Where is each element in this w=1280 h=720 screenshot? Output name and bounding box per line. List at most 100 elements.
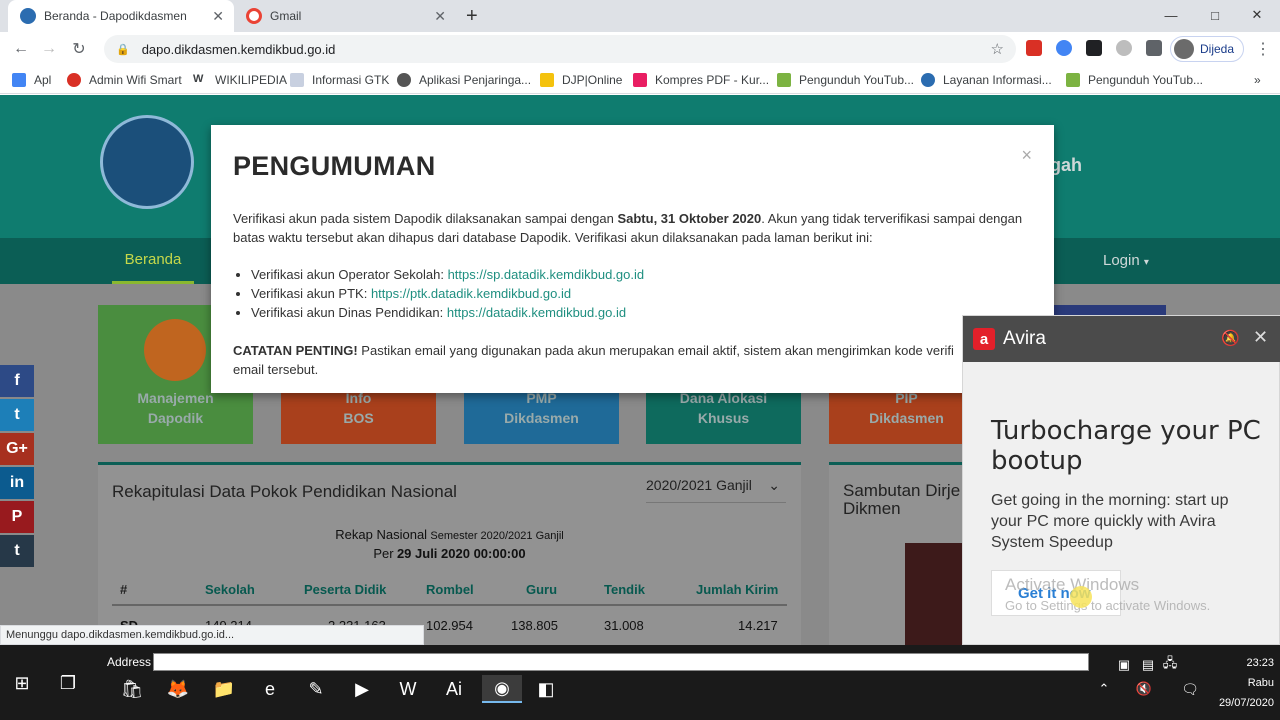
modal-paragraph: Verifikasi akun pada sistem Dapodik dila… [233, 209, 1038, 247]
minimize-button[interactable]: — [1148, 0, 1194, 30]
chart-bars-icon [144, 319, 206, 381]
bookmark-item[interactable]: Admin Wifi Smart [67, 71, 182, 89]
pinterest-icon[interactable]: P [0, 501, 34, 533]
media-player-icon[interactable]: ▶ [348, 675, 376, 703]
bookmark-star-icon[interactable]: ☆ [991, 40, 1004, 58]
rekap-panel: Rekapitulasi Data Pokok Pendidikan Nasio… [98, 462, 801, 645]
bookmark-label: Pengunduh YouTub... [799, 73, 914, 87]
extension-blue-icon[interactable] [1056, 40, 1072, 56]
cursor-highlight [1070, 586, 1092, 608]
browser-toolbar: ← → ↻ 🔒 dapo.dikdasmen.kemdikbud.go.id ☆… [0, 32, 1280, 66]
taskbar-address-input[interactable] [153, 653, 1089, 671]
bookmark-apps[interactable]: Apl [12, 71, 51, 89]
close-tab-icon[interactable]: ✕ [212, 8, 224, 25]
bookmark-label: Aplikasi Penjaringa... [419, 73, 532, 87]
modal-close-button[interactable]: × [1021, 145, 1032, 166]
semester-value: 2020/2021 Ganjil [646, 477, 752, 493]
file-explorer-icon[interactable]: 📁 [210, 675, 238, 703]
tile-label: Dikdasmen [504, 410, 579, 426]
system-clock[interactable]: 23:23 Rabu 29/07/2020 [1200, 653, 1274, 713]
tray-chevron-up-icon[interactable]: ⌃ [1090, 675, 1118, 703]
col-header: Guru [526, 582, 558, 597]
bookmark-label: DJP|Online [562, 73, 623, 87]
edge-icon[interactable]: e [256, 675, 284, 703]
login-label: Login [1103, 252, 1140, 269]
extension-globe-icon[interactable] [1116, 40, 1132, 56]
tab-gmail[interactable]: Gmail ✕ [234, 0, 456, 32]
store-icon[interactable]: 🛍 [118, 675, 146, 703]
bookmark-item[interactable]: DJP|Online [540, 71, 622, 89]
semester-select[interactable]: 2020/2021 Ganjil ⌄ [646, 477, 786, 503]
mute-bell-icon[interactable]: 🔕 [1221, 329, 1240, 347]
tab-title: Gmail [270, 9, 302, 23]
windows-taskbar: Address ⊞ ❐ 🛍 🦊 📁 e ✎ ▶ W Ai ◉ ◧ ⌃ ▣ ▤ 🖧… [0, 645, 1280, 720]
status-bubble: Menunggu dapo.dikdasmen.kemdikbud.go.id.… [0, 625, 424, 645]
profile-button[interactable]: Dijeda [1170, 36, 1244, 62]
extension-dark-icon[interactable] [1086, 40, 1102, 56]
firefox-icon[interactable]: 🦊 [164, 675, 192, 703]
illustrator-icon[interactable]: Ai [440, 675, 468, 703]
bookmark-item[interactable]: Aplikasi Penjaringa... [397, 71, 531, 89]
col-header: Peserta Didik [304, 582, 387, 597]
nav-login[interactable]: Login ▾ [1103, 252, 1149, 269]
close-tab-icon[interactable]: ✕ [434, 8, 446, 25]
google-plus-icon[interactable]: G+ [0, 433, 34, 465]
extensions-puzzle-icon[interactable] [1146, 40, 1162, 56]
word-icon[interactable]: W [394, 675, 422, 703]
menu-kebab-icon[interactable]: ⋮ [1252, 38, 1274, 60]
link-label: Verifikasi akun PTK: [251, 286, 371, 301]
chevron-down-icon: ⌄ [768, 477, 780, 493]
extension-red-icon[interactable] [1026, 40, 1042, 56]
bookmark-item[interactable]: W WIKILIPEDIA [193, 71, 287, 89]
modal-deadline: Sabtu, 31 Oktober 2020 [617, 211, 762, 226]
taskbar-address-toolbar: Address [85, 651, 1090, 673]
lock-icon: 🔒 [116, 43, 130, 56]
recorder-icon[interactable]: ◧ [532, 675, 560, 703]
bookmark-item[interactable]: Pengunduh YouTub... [1066, 71, 1203, 89]
nav-beranda[interactable]: Beranda [112, 238, 194, 284]
bookmark-item[interactable]: Informasi GTK [290, 71, 389, 89]
notepad-icon[interactable]: ✎ [302, 675, 330, 703]
bookmark-item[interactable]: Pengunduh YouTub... [777, 71, 914, 89]
more-bookmarks-icon[interactable]: » [1254, 71, 1261, 89]
bookmark-item[interactable]: Layanan Informasi... [921, 71, 1052, 89]
modal-note: CATATAN PENTING! Pastikan email yang dig… [233, 341, 968, 379]
rekap-title: Rekapitulasi Data Pokok Pendidikan Nasio… [112, 482, 457, 501]
bookmark-label: Informasi GTK [312, 73, 390, 87]
bookmark-item[interactable]: Kompres PDF - Kur... [633, 71, 769, 89]
maximize-button[interactable]: □ [1192, 0, 1238, 30]
back-icon[interactable]: ← [10, 38, 32, 60]
page-icon [290, 73, 304, 87]
download-icon [1066, 73, 1080, 87]
tab-title: Beranda - Dapodikdasmen [44, 9, 187, 23]
note-heading: CATATAN PENTING! [233, 343, 358, 358]
facebook-icon[interactable]: f [0, 365, 34, 397]
forward-icon[interactable]: → [38, 38, 60, 60]
link-operator-sekolah[interactable]: https://sp.datadik.kemdikbud.go.id [448, 267, 645, 282]
link-ptk[interactable]: https://ptk.datadik.kemdikbud.go.id [371, 286, 571, 301]
header-title-fragment: gah [1050, 155, 1083, 175]
twitter-icon[interactable]: t [0, 399, 34, 431]
volume-muted-icon[interactable]: 🔇 [1130, 675, 1158, 703]
rekap-line2-b: 29 Juli 2020 00:00:00 [396, 546, 526, 561]
modal-title: PENGUMUMAN [233, 151, 436, 181]
close-window-button[interactable]: ✕ [1234, 0, 1280, 30]
avira-brand: Avira [1003, 328, 1046, 349]
tab-beranda[interactable]: Beranda - Dapodikdasmen ✕ [8, 0, 234, 32]
chrome-icon[interactable]: ◉ [482, 675, 522, 703]
tumblr-icon[interactable]: t [0, 535, 34, 567]
bookmark-label: Layanan Informasi... [943, 73, 1052, 87]
new-tab-button[interactable]: + [466, 5, 478, 28]
djp-icon [540, 73, 554, 87]
avira-close-icon[interactable]: ✕ [1253, 327, 1268, 348]
linkedin-icon[interactable]: in [0, 467, 34, 499]
windows-start-icon[interactable]: ⊞ [8, 669, 36, 697]
avira-notification: a Avira 🔕 ✕ Turbocharge your PC bootup G… [962, 315, 1280, 645]
address-bar[interactable]: 🔒 dapo.dikdasmen.kemdikbud.go.id ☆ [104, 35, 1016, 63]
task-view-icon[interactable]: ❐ [54, 669, 82, 697]
reload-icon[interactable]: ↻ [68, 38, 90, 60]
clock-time: 23:23 [1246, 657, 1274, 669]
link-dinas-pendidikan[interactable]: https://datadik.kemdikbud.go.id [447, 305, 626, 320]
table-cell: 102.954 [426, 618, 473, 633]
download-icon [777, 73, 791, 87]
